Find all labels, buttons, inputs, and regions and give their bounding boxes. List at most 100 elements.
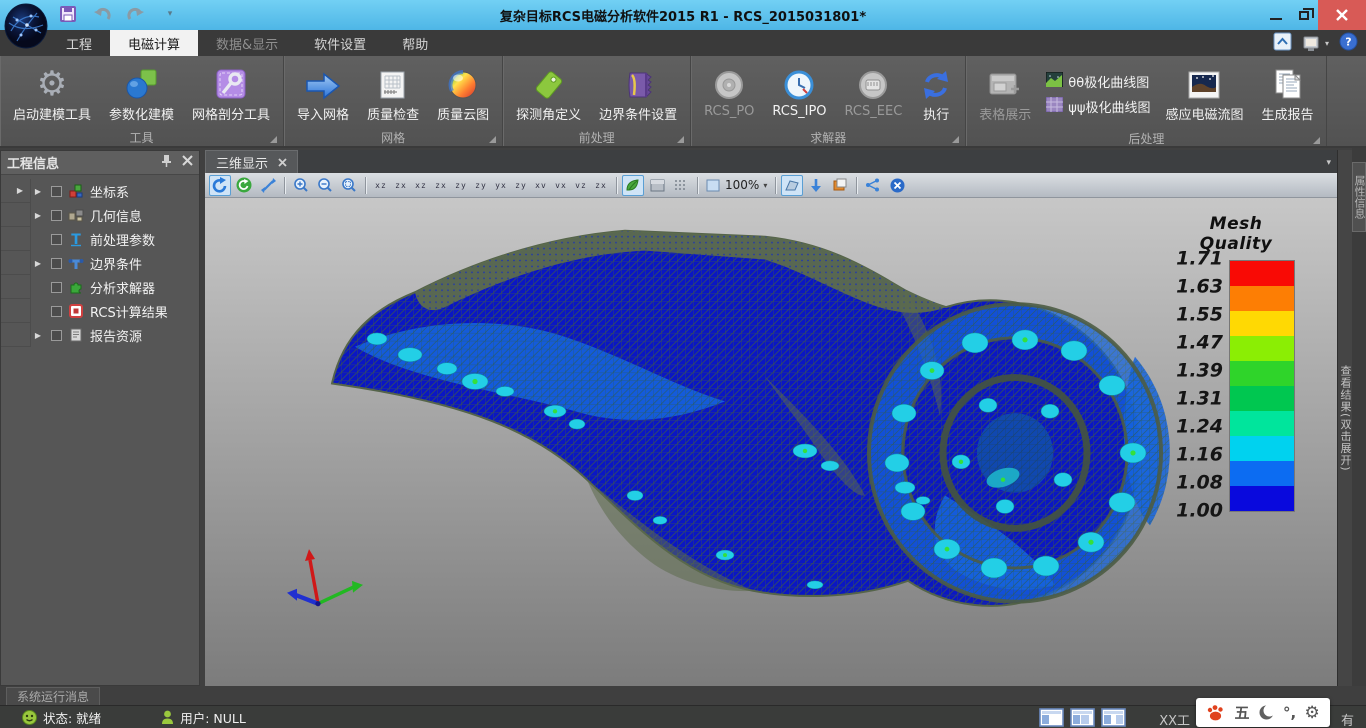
layout-center-button[interactable]: [1070, 708, 1095, 727]
rcs-ipo-button[interactable]: RCS_IPO: [763, 58, 835, 119]
mesh-partition-tool-button[interactable]: 网格剖分工具: [183, 58, 279, 123]
ime-moon-icon[interactable]: [1258, 704, 1275, 721]
tree-item-coordinate-system[interactable]: ▶▶ 坐标系: [1, 179, 199, 203]
legend-color-band: [1230, 336, 1294, 361]
view-orientation-button[interactable]: zy: [451, 175, 471, 195]
parametric-modeling-button[interactable]: 参数化建模: [100, 58, 183, 123]
view-orientation-button[interactable]: xv: [531, 175, 551, 195]
induced-current-map-button[interactable]: 感应电磁流图: [1156, 58, 1252, 123]
ribbon-group-postprocess: 表格展示 θθ极化曲线图 ψψ极化曲线图: [966, 56, 1327, 146]
axis-triad: [287, 549, 363, 606]
tab-settings[interactable]: 软件设置: [296, 30, 384, 56]
dialog-launcher-icon[interactable]: [270, 136, 277, 143]
checkbox[interactable]: [51, 234, 62, 245]
tree-item-report-resources[interactable]: ▶ 报告资源: [1, 323, 199, 347]
results-collapsed-panel[interactable]: 查看结果(双击展开): [1337, 150, 1352, 686]
app-logo[interactable]: [3, 3, 49, 49]
checkbox[interactable]: [51, 306, 62, 317]
tab-overflow-icon[interactable]: ▾: [1326, 158, 1331, 168]
zoom-out-button[interactable]: [314, 175, 336, 196]
view-orientation-button[interactable]: vz: [571, 175, 591, 195]
wireframe-grid-button[interactable]: [670, 175, 692, 196]
quality-cloud-map-button[interactable]: 质量云图: [428, 58, 498, 123]
probe-angle-define-button[interactable]: 探测角定义: [507, 58, 590, 123]
checkbox[interactable]: [51, 210, 62, 221]
close-button[interactable]: [1318, 0, 1366, 30]
table-display-button[interactable]: 表格展示: [970, 58, 1040, 123]
zoom-window-button[interactable]: [338, 175, 360, 196]
ime-toolbar[interactable]: 五 °, ⚙: [1196, 698, 1330, 727]
minimize-button[interactable]: [1262, 0, 1290, 30]
window-style-button[interactable]: ▾: [1302, 35, 1329, 53]
status-state-text: 状态: 就绪: [43, 708, 101, 727]
tree-item-preprocess-params[interactable]: T 前处理参数: [1, 227, 199, 251]
property-info-tab[interactable]: 属性信息: [1352, 162, 1366, 232]
view-orientation-button[interactable]: yx: [491, 175, 511, 195]
shaded-mode-button[interactable]: [622, 175, 644, 196]
tab-3d-display[interactable]: 三维显示: [205, 150, 298, 173]
import-mesh-button[interactable]: 导入网格: [288, 58, 358, 123]
zoom-in-button[interactable]: [290, 175, 312, 196]
view-orientation-button[interactable]: vx: [551, 175, 571, 195]
view-orientation-button[interactable]: xz: [411, 175, 431, 195]
restore-button[interactable]: [1290, 0, 1318, 30]
checkbox[interactable]: [51, 186, 62, 197]
fit-view-button[interactable]: [257, 175, 279, 196]
system-message-tab[interactable]: 系统运行消息: [6, 687, 100, 705]
panel-close-icon[interactable]: [182, 155, 193, 170]
tab-close-icon[interactable]: [278, 158, 287, 167]
tab-engineering[interactable]: 工程: [48, 30, 110, 56]
collapse-ribbon-button[interactable]: [1273, 32, 1292, 55]
ime-settings-gear-icon[interactable]: ⚙: [1305, 703, 1320, 723]
refresh-view-button[interactable]: [233, 175, 255, 196]
dialog-launcher-icon[interactable]: [489, 136, 496, 143]
dialog-launcher-icon[interactable]: [677, 136, 684, 143]
rcs-eec-button[interactable]: RCS_EEC: [836, 58, 912, 119]
tree-item-rcs-results[interactable]: RCS计算结果: [1, 299, 199, 323]
perspective-button[interactable]: [781, 175, 803, 196]
tree-item-geometry-info[interactable]: ▶ 几何信息: [1, 203, 199, 227]
view-orientation-button[interactable]: zy: [471, 175, 491, 195]
boundary-condition-button[interactable]: 边界条件设置: [590, 58, 686, 123]
tab-data-display[interactable]: 数据&显示: [198, 30, 296, 56]
arrow-down-button[interactable]: [805, 175, 827, 196]
plane-mode-button[interactable]: [646, 175, 668, 196]
checkbox[interactable]: [51, 330, 62, 341]
tab-em-compute[interactable]: 电磁计算: [110, 30, 198, 56]
theta-polarization-curve-button[interactable]: θθ极化曲线图: [1046, 72, 1150, 91]
ime-punct-label[interactable]: °,: [1283, 704, 1296, 722]
layout-right-button[interactable]: [1101, 708, 1126, 727]
layout-left-button[interactable]: [1039, 708, 1064, 727]
zoom-level-control[interactable]: 100% ▾: [703, 178, 770, 192]
help-button[interactable]: ?: [1339, 32, 1358, 55]
close-view-button[interactable]: [886, 175, 908, 196]
psi-polarization-curve-button[interactable]: ψψ极化曲线图: [1046, 97, 1150, 116]
rcs-po-button[interactable]: RCS_PO: [695, 58, 763, 119]
ime-mode-char[interactable]: 五: [1234, 702, 1249, 723]
tree-item-boundary-conditions[interactable]: ▶ 边界条件: [1, 251, 199, 275]
launch-modeling-tool-button[interactable]: ⚙ 启动建模工具: [4, 58, 100, 123]
tag-icon: [532, 61, 566, 101]
dialog-launcher-icon[interactable]: [1313, 137, 1320, 144]
viewport-3d[interactable]: Mesh Quality 1.711.631.551.471.391.311.2…: [205, 198, 1337, 686]
rotate-view-button[interactable]: [209, 175, 231, 196]
share-button[interactable]: [862, 175, 884, 196]
tab-help[interactable]: 帮助: [384, 30, 446, 56]
view-orientation-button[interactable]: zx: [431, 175, 451, 195]
generate-report-button[interactable]: 生成报告: [1252, 58, 1322, 123]
connector-gray-icon: [857, 61, 889, 101]
view-orientation-button[interactable]: zy: [511, 175, 531, 195]
quality-check-button[interactable]: 质量检查: [358, 58, 428, 123]
checkbox[interactable]: [51, 282, 62, 293]
checkbox[interactable]: [51, 258, 62, 269]
dialog-launcher-icon[interactable]: [952, 136, 959, 143]
view-orientation-button[interactable]: zx: [591, 175, 611, 195]
view-orientation-button[interactable]: xz: [371, 175, 391, 195]
tree-item-analysis-solver[interactable]: 分析求解器: [1, 275, 199, 299]
view-orientation-button[interactable]: zx: [391, 175, 411, 195]
execute-button[interactable]: 执行: [911, 58, 961, 123]
view-toolbar: xzzxxzzxzyzyyxzyxvvxvzzx 100% ▾: [205, 173, 1337, 198]
layers-button[interactable]: [829, 175, 851, 196]
ime-paw-icon[interactable]: [1206, 704, 1226, 722]
pin-icon[interactable]: [161, 154, 172, 171]
